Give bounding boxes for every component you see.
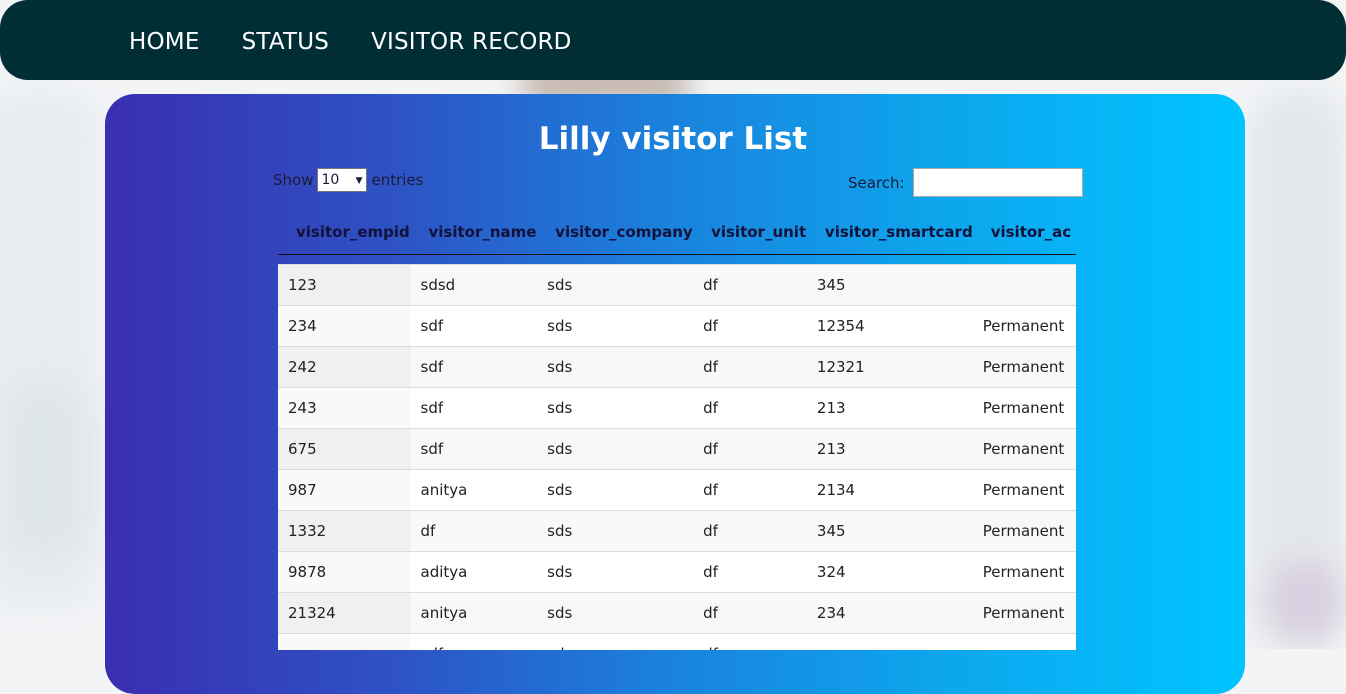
nav-links: HOME STATUS VISITOR RECORD xyxy=(129,27,614,57)
cell-smartcard: 213 xyxy=(806,386,973,428)
cell-unit: df xyxy=(693,345,807,387)
cell-company: sds xyxy=(537,468,694,510)
cell-company: sds xyxy=(537,591,694,633)
cell-company: sds xyxy=(537,427,694,469)
cell-company: sds xyxy=(537,263,694,305)
cell-company: sds xyxy=(537,386,694,428)
nav-visitor-record-link[interactable]: VISITOR RECORD xyxy=(371,27,572,57)
top-navbar: HOME STATUS VISITOR RECORD xyxy=(0,0,1346,80)
table-row[interactable]: 987 anitya sds df 2134 Permanent xyxy=(278,468,1076,510)
cell-name: anitya xyxy=(410,591,538,633)
table-header-gap xyxy=(278,253,1076,264)
cell-unit: df xyxy=(693,304,807,346)
column-header-visitor-access[interactable]: visitor_ac xyxy=(972,210,1076,255)
cell-empid: 21324 xyxy=(278,591,411,633)
table-row[interactable]: 234 sdf sds df 12354 Permanent xyxy=(278,304,1076,346)
cell-empid: 1332 xyxy=(278,509,411,551)
cell-company: sds xyxy=(537,550,694,592)
column-header-visitor-name[interactable]: visitor_name xyxy=(410,210,538,255)
cell-name: sdsd xyxy=(410,263,538,305)
cell-access: Permanent xyxy=(972,386,1076,428)
dropdown-caret-icon: ▼ xyxy=(355,176,363,186)
cell-name: df xyxy=(410,509,538,551)
column-header-visitor-company[interactable]: visitor_company xyxy=(537,210,694,255)
cell-smartcard xyxy=(806,632,973,650)
cell-access: Permanent xyxy=(972,345,1076,387)
cell-unit: df xyxy=(693,550,807,592)
visitor-table: visitor_empid visitor_name visitor_compa… xyxy=(278,210,1076,650)
cell-smartcard: 213 xyxy=(806,427,973,469)
table-header-row: visitor_empid visitor_name visitor_compa… xyxy=(278,210,1076,255)
cell-smartcard: 345 xyxy=(806,263,973,305)
cell-access: Permanent xyxy=(972,427,1076,469)
cell-empid: 987 xyxy=(278,468,411,510)
cell-unit: df xyxy=(693,509,807,551)
cell-name: sdf xyxy=(410,632,538,650)
cell-name: sdf xyxy=(410,427,538,469)
cell-access xyxy=(972,263,1076,305)
cell-name: sdf xyxy=(410,345,538,387)
cell-empid: 243 xyxy=(278,386,411,428)
cell-unit: df xyxy=(693,386,807,428)
cell-access: Permanent xyxy=(972,509,1076,551)
cell-smartcard: 324 xyxy=(806,550,973,592)
cell-empid: 234 xyxy=(278,304,411,346)
cell-name: sdf xyxy=(410,304,538,346)
cell-smartcard: 345 xyxy=(806,509,973,551)
cell-access: Permanent xyxy=(972,468,1076,510)
table-row[interactable]: 675 sdf sds df 213 Permanent xyxy=(278,427,1076,469)
search-input[interactable] xyxy=(912,168,1083,197)
cell-access: Permanent xyxy=(972,550,1076,592)
table-row[interactable]: sdf sds df xyxy=(278,632,1076,650)
table-row[interactable]: 123 sdsd sds df 345 xyxy=(278,263,1076,305)
cell-smartcard: 234 xyxy=(806,591,973,633)
table-row[interactable]: 9878 aditya sds df 324 Permanent xyxy=(278,550,1076,592)
entries-label: entries xyxy=(371,171,424,189)
entries-per-page-select[interactable]: 10 ▼ xyxy=(317,168,368,192)
cell-access: Permanent xyxy=(972,304,1076,346)
cell-name: sdf xyxy=(410,386,538,428)
cell-company: sds xyxy=(537,304,694,346)
nav-status-link[interactable]: STATUS xyxy=(242,27,330,57)
cell-smartcard: 12321 xyxy=(806,345,973,387)
table-row[interactable]: 21324 anitya sds df 234 Permanent xyxy=(278,591,1076,633)
page-title: Lilly visitor List xyxy=(538,121,808,157)
cell-smartcard: 2134 xyxy=(806,468,973,510)
cell-company: sds xyxy=(537,632,694,650)
cell-empid: 242 xyxy=(278,345,411,387)
column-header-visitor-empid[interactable]: visitor_empid xyxy=(278,210,411,255)
cell-unit: df xyxy=(693,427,807,469)
column-header-visitor-smartcard[interactable]: visitor_smartcard xyxy=(806,210,973,255)
column-header-visitor-unit[interactable]: visitor_unit xyxy=(693,210,807,255)
cell-company: sds xyxy=(537,345,694,387)
entries-per-page-value: 10 xyxy=(321,172,340,188)
cell-smartcard: 12354 xyxy=(806,304,973,346)
table-row[interactable]: 1332 df sds df 345 Permanent xyxy=(278,509,1076,551)
cell-access xyxy=(972,632,1076,650)
search-control: Search: xyxy=(848,168,1083,197)
nav-home-link[interactable]: HOME xyxy=(129,27,200,57)
cell-company: sds xyxy=(537,509,694,551)
cell-empid: 123 xyxy=(278,263,411,305)
cell-empid: 9878 xyxy=(278,550,411,592)
cell-name: anitya xyxy=(410,468,538,510)
cell-empid: 675 xyxy=(278,427,411,469)
entries-length-control: Show 10 ▼ entries xyxy=(273,168,423,192)
cell-unit: df xyxy=(693,468,807,510)
visitor-table-container: visitor_empid visitor_name visitor_compa… xyxy=(278,210,1076,650)
search-label: Search: xyxy=(848,173,905,192)
cell-empid xyxy=(278,632,411,650)
cell-unit: df xyxy=(693,263,807,305)
table-row[interactable]: 243 sdf sds df 213 Permanent xyxy=(278,386,1076,428)
cell-access: Permanent xyxy=(972,591,1076,633)
show-label: Show xyxy=(273,171,314,189)
table-row[interactable]: 242 sdf sds df 12321 Permanent xyxy=(278,345,1076,387)
cell-unit: df xyxy=(693,632,807,650)
cell-unit: df xyxy=(693,591,807,633)
cell-name: aditya xyxy=(410,550,538,592)
